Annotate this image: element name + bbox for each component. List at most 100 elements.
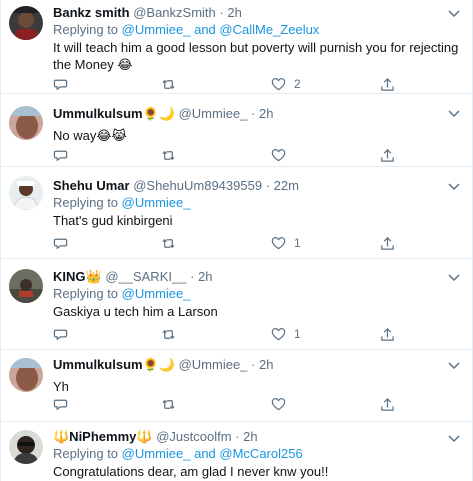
share-icon: [381, 397, 394, 411]
replying-to: Replying to @Ummiee_: [53, 285, 464, 302]
tweet-header: Ummulkulsum🌻🌙 @Ummiee_ · 2h: [53, 356, 464, 373]
display-name[interactable]: 🔱NiPhemmy🔱: [53, 429, 153, 444]
timestamp[interactable]: 2h: [243, 429, 257, 444]
tweet-text: No way😂😹: [53, 128, 127, 143]
avatar[interactable]: [9, 269, 43, 303]
display-name[interactable]: Shehu Umar: [53, 178, 130, 193]
avatar[interactable]: [9, 176, 43, 210]
share-button[interactable]: [380, 234, 395, 252]
tweet-king-sarki[interactable]: KING👑 @__SARKI__ · 2h Replying to @Ummie…: [1, 259, 472, 350]
separator-dot: ·: [235, 429, 240, 444]
separator-dot: ·: [251, 357, 256, 372]
mention-link[interactable]: @McCarol256: [219, 446, 302, 461]
heart-icon: [271, 397, 286, 410]
reply-icon: [53, 150, 68, 161]
timestamp[interactable]: 22m: [274, 178, 299, 193]
heart-icon: [271, 77, 286, 90]
retweet-button[interactable]: [161, 146, 184, 164]
reply-button[interactable]: [53, 395, 76, 413]
replying-and: and: [190, 446, 220, 461]
replying-to-label: Replying to: [53, 22, 122, 37]
user-handle[interactable]: @ShehuUm89439559: [133, 178, 262, 193]
tweet-header: 🔱NiPhemmy🔱 @Justcoolfm · 2h: [53, 428, 464, 445]
replying-to: Replying to @Ummiee_ and @McCarol256: [53, 445, 464, 462]
share-button[interactable]: [380, 146, 395, 164]
separator-dot: ·: [251, 106, 256, 121]
timestamp[interactable]: 2h: [198, 269, 212, 284]
heart-icon: [271, 148, 286, 161]
timestamp[interactable]: 2h: [259, 106, 273, 121]
replying-and: and: [190, 22, 220, 37]
tweet-text: Congratulations dear, am glad I never kn…: [53, 464, 329, 479]
heart-icon: [271, 327, 286, 340]
tweet-header: Bankz smith @BankzSmith · 2h: [53, 4, 464, 21]
avatar[interactable]: [9, 430, 43, 464]
share-icon: [381, 236, 394, 250]
mention-link[interactable]: @Ummiee_: [122, 22, 191, 37]
like-button[interactable]: 2: [271, 75, 301, 93]
mention-link[interactable]: @Ummiee_: [122, 446, 191, 461]
reply-icon: [53, 329, 68, 340]
like-button[interactable]: 1: [271, 325, 301, 343]
user-handle[interactable]: @__SARKI__: [105, 269, 186, 284]
reply-button[interactable]: [53, 234, 76, 252]
replying-to-label: Replying to: [53, 286, 122, 301]
mention-link[interactable]: @CallMe_Zeelux: [219, 22, 319, 37]
retweet-icon: [162, 79, 175, 89]
mention-link[interactable]: @Ummiee_: [122, 286, 191, 301]
like-count: 2: [294, 77, 301, 91]
like-button[interactable]: [271, 146, 294, 164]
share-icon: [381, 148, 394, 162]
retweet-icon: [162, 238, 175, 248]
timestamp[interactable]: 2h: [227, 5, 241, 20]
display-name[interactable]: Bankz smith: [53, 5, 130, 20]
retweet-button[interactable]: [161, 234, 184, 252]
tweet-actions: 1: [53, 234, 395, 252]
retweet-button[interactable]: [161, 395, 184, 413]
display-name[interactable]: Ummulkulsum🌻🌙: [53, 357, 175, 372]
reply-icon: [53, 399, 68, 410]
display-name[interactable]: KING👑: [53, 269, 102, 284]
tweet-bankz-smith[interactable]: Bankz smith @BankzSmith · 2h Replying to…: [1, 0, 472, 94]
user-handle[interactable]: @Ummiee_: [179, 106, 248, 121]
tweet-thread: Bankz smith @BankzSmith · 2h Replying to…: [0, 0, 473, 481]
tweet-text: That's gud kinbirgeni: [53, 213, 173, 228]
tweet-actions: 2: [53, 75, 395, 93]
replying-to: Replying to @Ummiee_ and @CallMe_Zeelux: [53, 21, 464, 38]
reply-button[interactable]: [53, 75, 76, 93]
replying-to: Replying to @Ummiee_: [53, 194, 464, 211]
timestamp[interactable]: 2h: [259, 357, 273, 372]
mention-link[interactable]: @Ummiee_: [122, 195, 191, 210]
like-button[interactable]: [271, 395, 294, 413]
tweet-actions: 1: [53, 325, 395, 343]
reply-icon: [53, 238, 68, 249]
reply-button[interactable]: [53, 325, 76, 343]
replying-to-label: Replying to: [53, 446, 122, 461]
user-handle[interactable]: @Justcoolfm: [156, 429, 231, 444]
share-button[interactable]: [380, 325, 395, 343]
reply-button[interactable]: [53, 146, 76, 164]
tweet-niphemmy[interactable]: 🔱NiPhemmy🔱 @Justcoolfm · 2h Replying to …: [1, 422, 472, 481]
tweet-shehu-umar[interactable]: Shehu Umar @ShehuUm89439559 · 22m Replyi…: [1, 167, 472, 259]
tweet-ummulkulsum-reply[interactable]: Ummulkulsum🌻🌙 @Ummiee_ · 2h No way😂😹: [1, 94, 472, 167]
tweet-actions: [53, 395, 395, 413]
like-button[interactable]: 1: [271, 234, 301, 252]
avatar[interactable]: [9, 358, 43, 392]
share-button[interactable]: [380, 75, 395, 93]
share-button[interactable]: [380, 395, 395, 413]
separator-dot: ·: [265, 178, 271, 193]
tweet-text: It will teach him a good lesson but pove…: [53, 40, 459, 72]
retweet-button[interactable]: [161, 325, 184, 343]
user-handle[interactable]: @Ummiee_: [179, 357, 248, 372]
display-name[interactable]: Ummulkulsum🌻🌙: [53, 106, 175, 121]
tweet-ummulkulsum-reply-2[interactable]: Ummulkulsum🌻🌙 @Ummiee_ · 2h Yh: [1, 350, 472, 422]
tweet-actions: [53, 146, 395, 164]
retweet-button[interactable]: [161, 75, 184, 93]
avatar[interactable]: [9, 6, 43, 40]
separator-dot: ·: [190, 269, 195, 284]
avatar[interactable]: [9, 106, 43, 140]
retweet-icon: [162, 329, 175, 339]
user-handle[interactable]: @BankzSmith: [133, 5, 216, 20]
tweet-text: Gaskiya u tech him a Larson: [53, 304, 218, 319]
tweet-header: KING👑 @__SARKI__ · 2h: [53, 268, 464, 285]
